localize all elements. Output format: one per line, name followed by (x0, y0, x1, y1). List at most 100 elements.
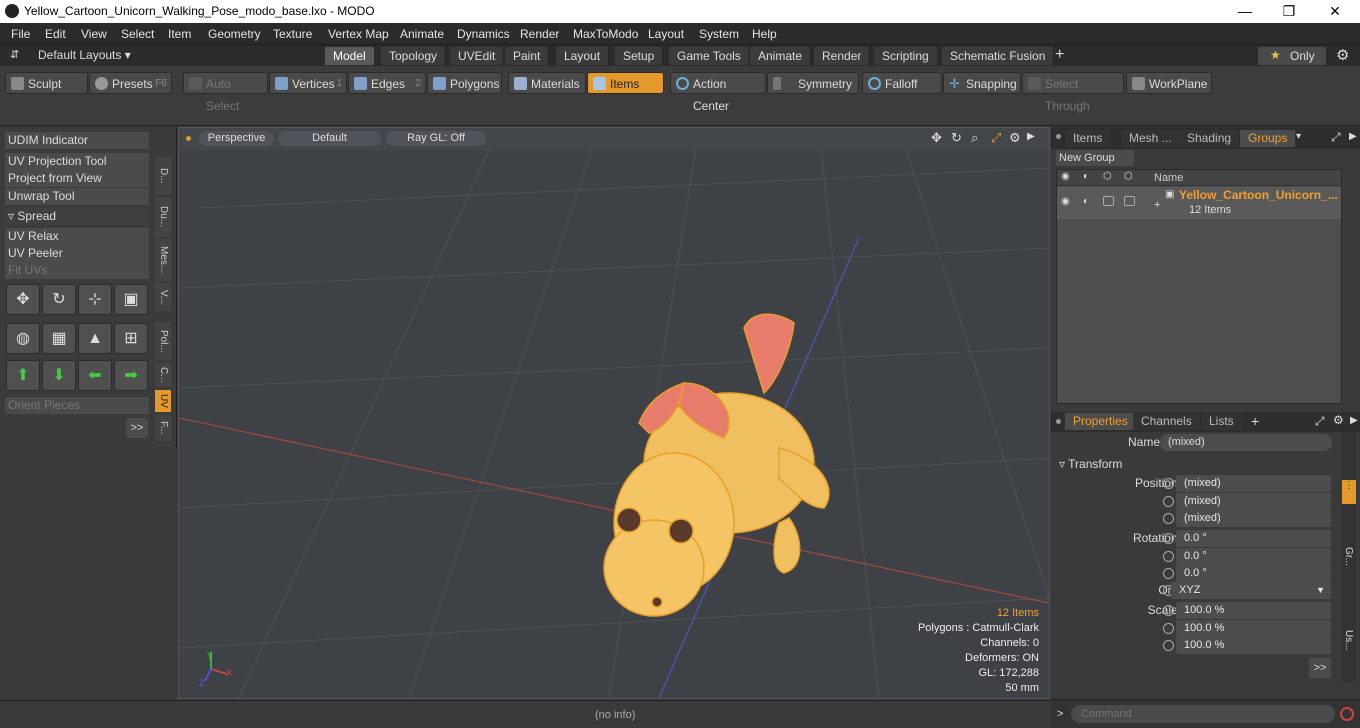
sidetab-c[interactable]: C... (155, 363, 171, 387)
sculpt-button[interactable]: Sculpt (5, 72, 88, 94)
uv-peeler-button[interactable]: UV Peeler (5, 245, 149, 262)
record-icon[interactable] (1340, 707, 1354, 721)
tab-uvedit[interactable]: UVEdit (450, 47, 505, 65)
uv-projection-tool-button[interactable]: UV Projection Tool (5, 153, 149, 170)
edges-button[interactable]: Edges 2 (348, 72, 426, 94)
menu-edit[interactable]: Edit (45, 27, 66, 41)
new-group-button[interactable]: New Group (1056, 150, 1134, 166)
udim-indicator-button[interactable]: UDIM Indicator (5, 132, 149, 149)
menu-dynamics[interactable]: Dynamics (457, 27, 510, 41)
symmetry-button[interactable]: Symmetry (767, 72, 859, 94)
scale-x-keyframe[interactable] (1163, 605, 1174, 616)
spread-button[interactable]: ▿ Spread (5, 208, 149, 225)
rotation-x-keyframe[interactable] (1163, 533, 1174, 544)
only-toggle[interactable]: ★ Only (1258, 47, 1326, 65)
tab-properties[interactable]: Properties (1065, 413, 1136, 430)
command-input[interactable] (1071, 705, 1335, 723)
rotation-x-field[interactable]: 0.0 ° (1176, 530, 1331, 547)
tab-setup[interactable]: Setup (615, 47, 664, 65)
sidetab-mes[interactable]: Mes... (155, 239, 171, 281)
scale-z-field[interactable]: 100.0 % (1176, 637, 1331, 654)
items-button[interactable]: Items (587, 72, 664, 94)
maximize-button[interactable]: ❐ (1266, 2, 1312, 22)
3d-viewport[interactable]: Y X Z Z Perspective Default Ray GL: Off … (178, 127, 1050, 699)
row-select-checkbox[interactable] (1124, 196, 1135, 206)
properties-expand-icon[interactable]: ⤢ (1315, 414, 1325, 429)
menu-system[interactable]: System (699, 27, 739, 41)
sidetab-uv[interactable]: UV (155, 390, 171, 412)
rotate-view-icon[interactable]: ↻ (951, 130, 962, 146)
falloff-button[interactable]: Falloff (862, 72, 942, 94)
rotation-y-field[interactable]: 0.0 ° (1176, 548, 1331, 565)
viewport-expand-icon[interactable]: ▶ (1027, 131, 1035, 142)
menu-file[interactable]: File (11, 27, 30, 41)
default-layouts-dropdown[interactable]: Default Layouts ▾ (38, 48, 131, 62)
properties-more-button[interactable]: >> (1309, 658, 1331, 678)
select-through-button[interactable]: Select Through (1022, 72, 1124, 113)
sidetab-gr[interactable]: Gr... (1343, 547, 1354, 566)
scale-x-field[interactable]: 100.0 % (1176, 602, 1331, 619)
uv-frame-icon[interactable]: ⊞ (114, 323, 148, 354)
group-row[interactable]: ◉ ◐ + ▣ Yellow_Cartoon_Unicorn_... 12 It… (1057, 187, 1341, 219)
sidetab-v[interactable]: V... (155, 283, 171, 311)
position-y-keyframe[interactable] (1163, 496, 1174, 507)
tab-animate[interactable]: Animate (750, 47, 812, 65)
tab-shading[interactable]: Shading (1179, 130, 1240, 147)
uv-pyramid-icon[interactable]: ▲ (78, 323, 112, 354)
menu-item[interactable]: Item (168, 27, 191, 41)
gear-icon[interactable]: ⚙ (1336, 46, 1349, 64)
tab-layout[interactable]: Layout (556, 47, 610, 65)
polygons-button[interactable]: Polygons (427, 72, 502, 94)
align-down-icon[interactable]: ⬇ (42, 360, 76, 391)
default-shading-button[interactable]: Default (278, 131, 381, 146)
tab-render[interactable]: Render (814, 47, 871, 65)
menu-geometry[interactable]: Geometry (208, 27, 261, 41)
rotation-y-keyframe[interactable] (1163, 551, 1174, 562)
unwrap-tool-button[interactable]: Unwrap Tool (5, 188, 149, 205)
materials-button[interactable]: Materials (508, 72, 586, 94)
position-x-field[interactable]: (mixed) (1176, 475, 1331, 492)
groups-more-icon[interactable]: ▶ (1349, 131, 1357, 142)
project-from-view-button[interactable]: Project from View (5, 170, 149, 187)
menu-help[interactable]: Help (752, 27, 777, 41)
uv-axis-icon[interactable]: ⊹ (78, 284, 112, 315)
fit-uvs-button[interactable]: Fit UVs (5, 262, 149, 279)
sidetab-du[interactable]: Du... (155, 197, 171, 237)
groups-menu-dot[interactable] (1056, 134, 1061, 139)
fit-view-icon[interactable]: ⤢ (991, 130, 1001, 146)
tab-topology[interactable]: Topology (381, 47, 447, 65)
tab-model[interactable]: Model (325, 47, 375, 65)
properties-more-icon[interactable]: ▶ (1350, 415, 1358, 426)
tab-mesh[interactable]: Mesh ... (1121, 130, 1180, 147)
uv-grid-icon[interactable]: ▦ (42, 323, 76, 354)
sidetab-f[interactable]: F... (155, 415, 171, 441)
tab-lists[interactable]: Lists (1201, 413, 1242, 430)
uv-box-icon[interactable]: ▣ (114, 284, 148, 315)
expand-plus-icon[interactable]: + (1154, 199, 1160, 211)
sidetab-pol[interactable]: Pol... (155, 322, 171, 360)
menu-animate[interactable]: Animate (400, 27, 444, 41)
sidetab-d[interactable]: D... (155, 157, 171, 195)
rotation-z-field[interactable]: 0.0 ° (1176, 565, 1331, 582)
tab-groups[interactable]: Groups (1240, 130, 1296, 147)
menu-view[interactable]: View (81, 27, 107, 41)
menu-maxtomodo[interactable]: MaxToModo (573, 27, 638, 41)
viewport-menu-dot[interactable] (186, 136, 191, 141)
menu-texture[interactable]: Texture (273, 27, 312, 41)
align-left-icon[interactable]: ⬅ (78, 360, 112, 391)
minimize-button[interactable]: — (1222, 2, 1268, 22)
align-right-icon[interactable]: ➡ (114, 360, 148, 391)
groups-expand-icon[interactable]: ⤢ (1331, 130, 1341, 145)
menu-vertex-map[interactable]: Vertex Map (328, 27, 389, 41)
properties-side-active-tab[interactable]: ⋮ (1342, 480, 1356, 504)
action-center-button[interactable]: Action Center (670, 72, 766, 113)
uv-sphere-icon[interactable]: ◍ (6, 323, 40, 354)
viewport-gear-icon[interactable]: ⚙ (1009, 130, 1021, 146)
row-render-icon[interactable]: ◐ (1083, 196, 1089, 207)
snapping-button[interactable]: ✛ Snapping (943, 72, 1021, 94)
rotation-z-keyframe[interactable] (1163, 568, 1174, 579)
name-field[interactable]: (mixed) (1160, 434, 1332, 451)
add-tab-plus-icon[interactable]: + (1251, 413, 1259, 429)
tab-paint[interactable]: Paint (505, 47, 550, 65)
workplane-button[interactable]: WorkPlane (1126, 72, 1212, 94)
